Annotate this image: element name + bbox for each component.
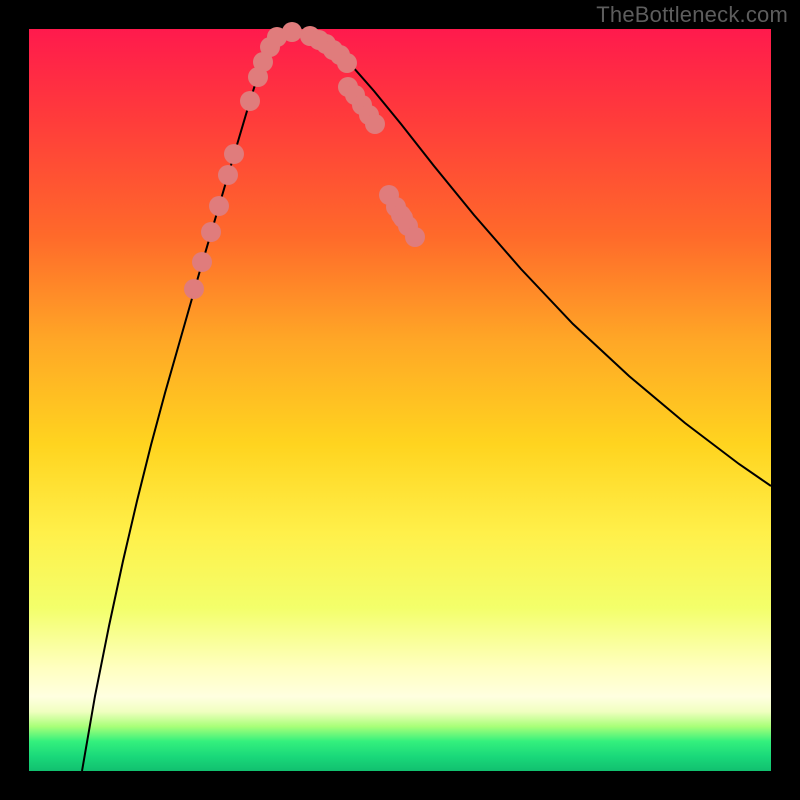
dot xyxy=(209,196,229,216)
watermark-text: TheBottleneck.com xyxy=(596,2,788,28)
dot xyxy=(240,91,260,111)
dot xyxy=(224,144,244,164)
dot xyxy=(184,279,204,299)
chart-svg xyxy=(29,29,771,771)
dot xyxy=(201,222,221,242)
bottleneck-curve xyxy=(82,31,771,771)
highlighted-points xyxy=(184,22,425,299)
dot xyxy=(192,252,212,272)
dot xyxy=(365,114,385,134)
dot xyxy=(337,53,357,73)
dot xyxy=(405,227,425,247)
dot xyxy=(282,22,302,42)
chart-frame: TheBottleneck.com xyxy=(0,0,800,800)
dot xyxy=(218,165,238,185)
